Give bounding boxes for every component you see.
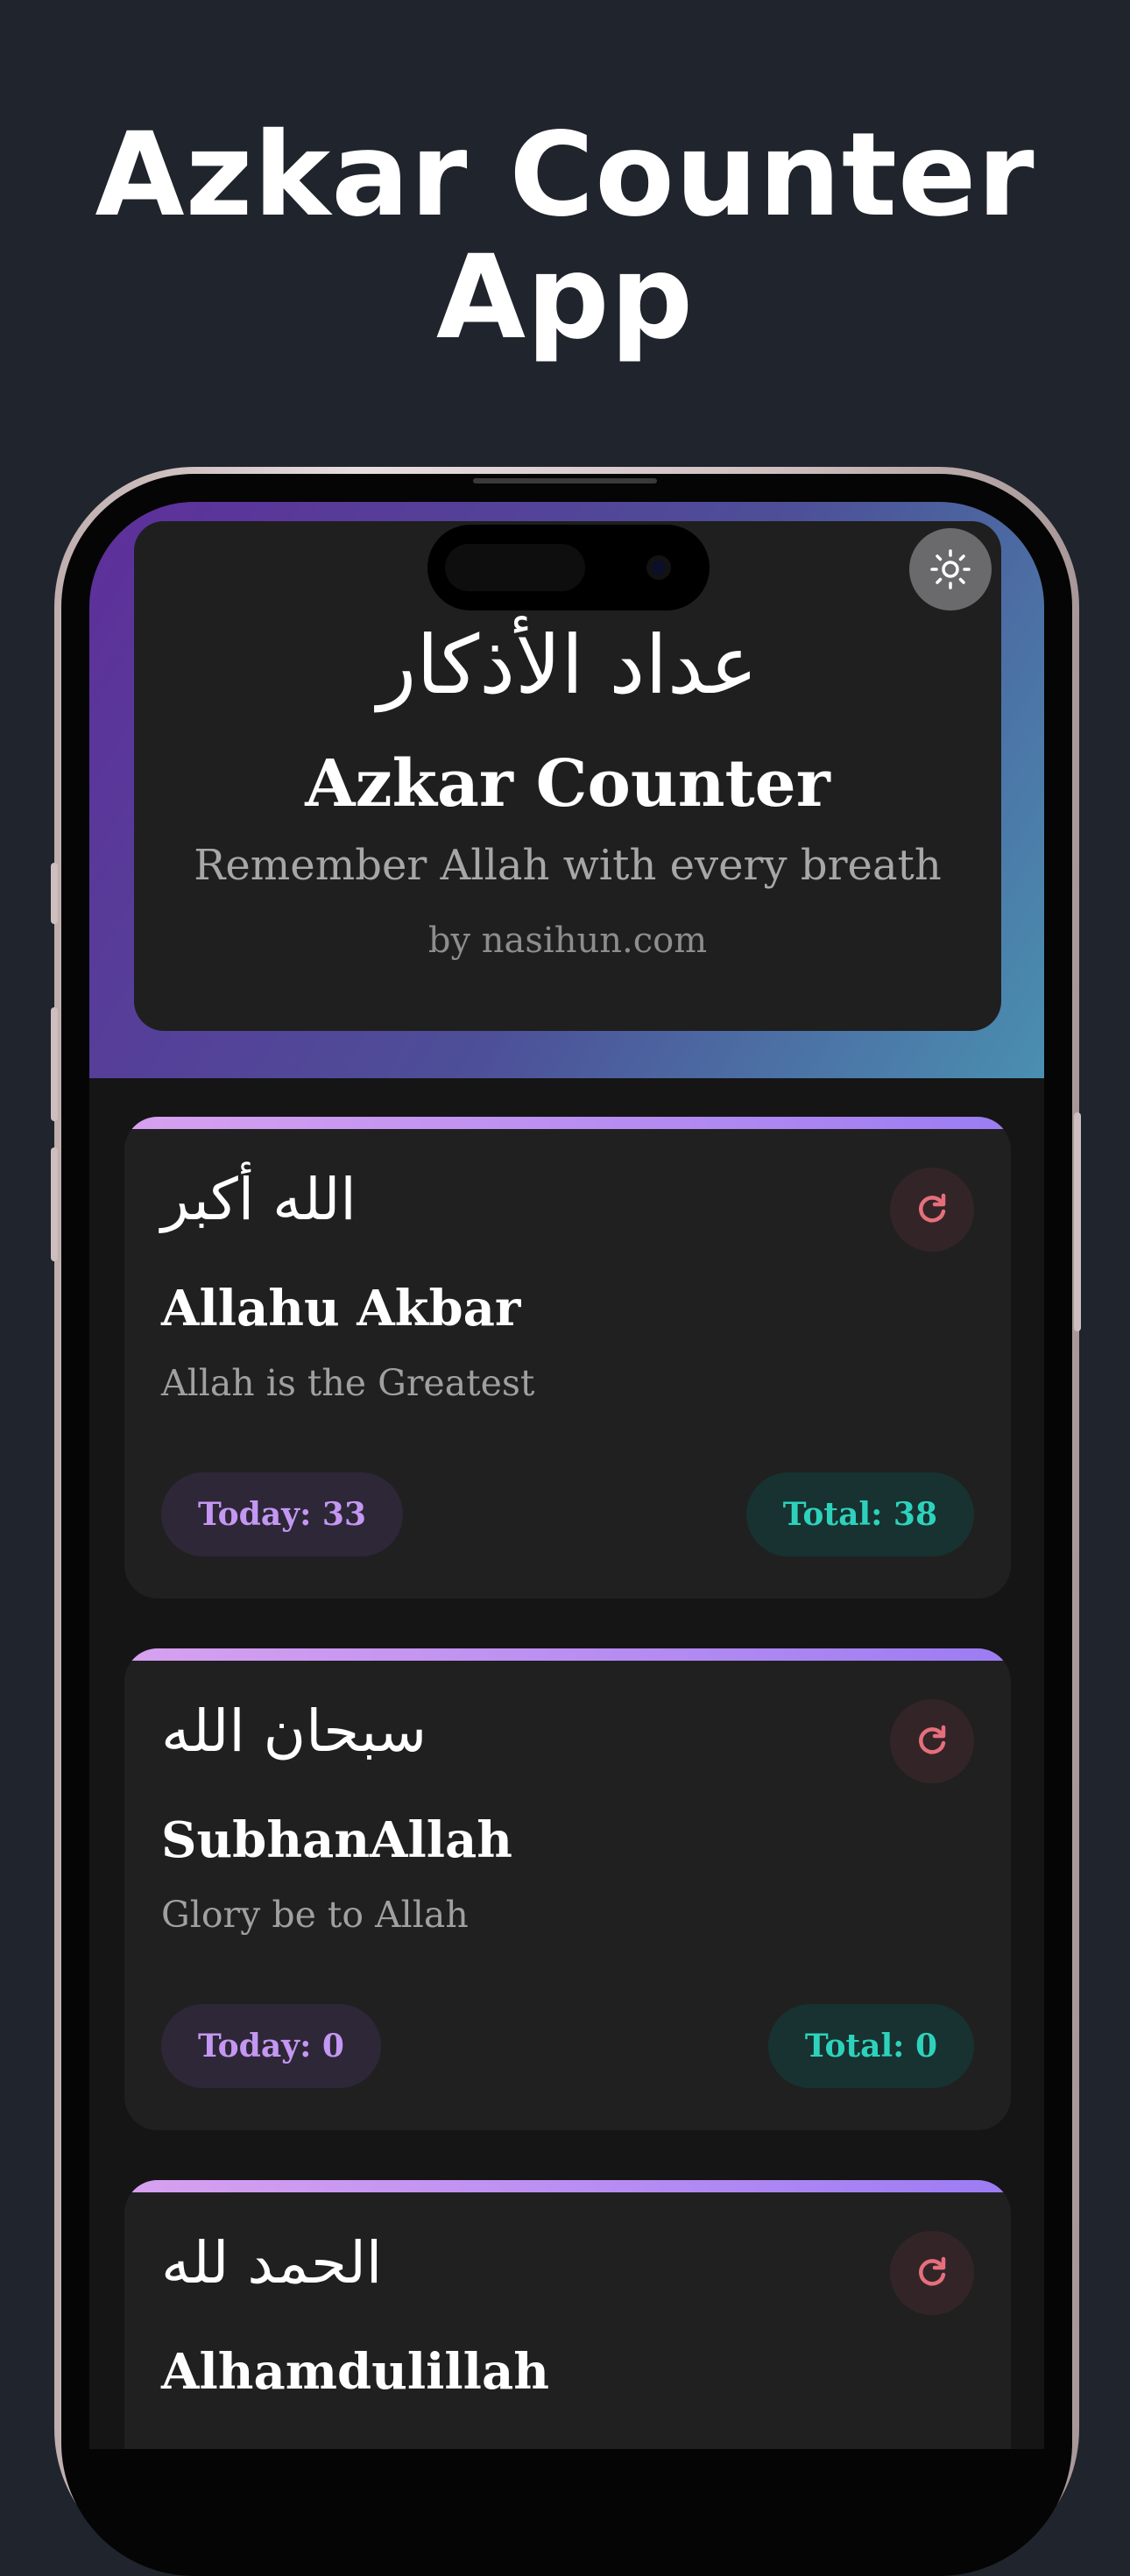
zikr-transliteration: Allahu Akbar bbox=[161, 1280, 521, 1337]
zikr-card-allahu-akbar[interactable]: الله أكبر Allahu Akbar Allah is the Grea… bbox=[124, 1117, 1011, 1599]
reset-button[interactable] bbox=[890, 1168, 974, 1252]
reset-button[interactable] bbox=[890, 1699, 974, 1783]
phone-speaker bbox=[473, 478, 657, 483]
phone-action-button bbox=[51, 863, 58, 924]
theme-toggle-button[interactable] bbox=[909, 528, 992, 610]
zikr-meaning: Glory be to Allah bbox=[161, 1894, 469, 1936]
total-count-badge: Total: 38 bbox=[745, 1472, 974, 1556]
zikr-card-alhamdulillah[interactable]: الحمد لله Alhamdulillah bbox=[124, 2180, 1011, 2449]
app-screen: عداد الأذكار Azkar Counter Remember Alla… bbox=[89, 502, 1044, 2449]
promo-title-line2: App bbox=[435, 230, 695, 365]
reset-icon bbox=[919, 1193, 946, 1223]
sun-icon bbox=[930, 549, 971, 589]
arabic-app-title: عداد الأذكار bbox=[377, 618, 759, 712]
zikr-arabic-text: سبحان الله bbox=[161, 1697, 427, 1765]
app-tagline: Remember Allah with every breath bbox=[194, 841, 942, 890]
front-camera bbox=[646, 555, 671, 580]
today-count-badge: Today: 33 bbox=[161, 1472, 404, 1556]
phone-volume-down-button bbox=[51, 1147, 58, 1261]
app-title: Azkar Counter bbox=[305, 746, 830, 822]
total-count-badge: Total: 0 bbox=[767, 2004, 974, 2088]
zikr-arabic-text: الله أكبر bbox=[161, 1166, 357, 1233]
zikr-arabic-text: الحمد لله bbox=[161, 2229, 383, 2297]
zikr-transliteration: SubhanAllah bbox=[161, 1811, 513, 1869]
zikr-transliteration: Alhamdulillah bbox=[161, 2343, 549, 2401]
today-count-badge: Today: 0 bbox=[161, 2004, 381, 2088]
dynamic-island bbox=[427, 525, 710, 610]
reset-icon bbox=[919, 1725, 946, 1754]
reset-icon bbox=[919, 2256, 946, 2286]
phone-power-button bbox=[1074, 1112, 1081, 1331]
promo-title: Azkar Counter App bbox=[0, 114, 1130, 359]
zikr-card-subhanallah[interactable]: سبحان الله SubhanAllah Glory be to Allah… bbox=[124, 1648, 1011, 2130]
zikr-meaning: Allah is the Greatest bbox=[161, 1362, 535, 1404]
app-byline: by nasihun.com bbox=[427, 921, 708, 961]
phone-volume-up-button bbox=[51, 1007, 58, 1121]
promo-title-line1: Azkar Counter bbox=[95, 108, 1035, 243]
reset-button[interactable] bbox=[890, 2231, 974, 2315]
